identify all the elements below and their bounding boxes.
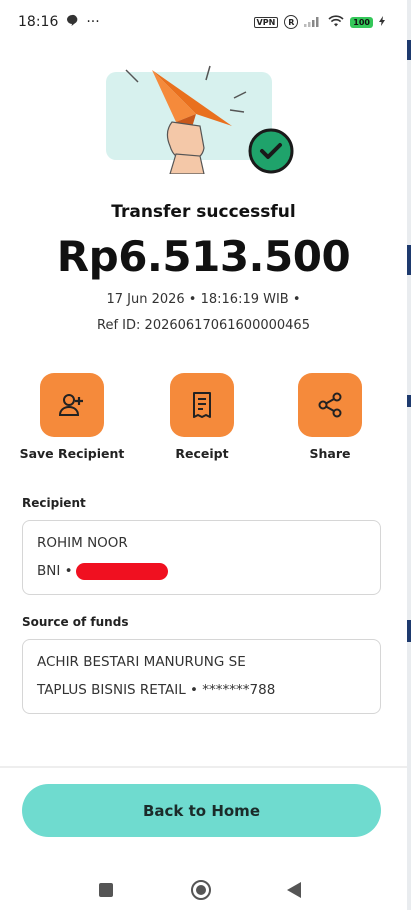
battery-icon: 100 (350, 16, 373, 28)
back-nav-button[interactable] (286, 881, 302, 903)
transfer-success-illustration (106, 62, 296, 174)
recipient-section-label: Recipient (22, 496, 86, 510)
share-icon (318, 392, 342, 418)
back-triangle-icon (287, 882, 301, 898)
status-time: 18:16 (18, 14, 59, 30)
transfer-status-title: Transfer successful (111, 202, 296, 222)
redacted-account-number (75, 562, 168, 580)
recipient-account: BNI • (37, 560, 366, 582)
vpn-icon: VPN (253, 16, 279, 28)
share-button[interactable] (298, 373, 362, 437)
share-label: Share (309, 446, 351, 461)
system-nav-bar (0, 860, 407, 910)
receipt-action[interactable]: Receipt (142, 373, 262, 461)
check-badge-icon (248, 128, 294, 174)
source-section-label: Source of funds (22, 615, 129, 629)
charging-icon (379, 15, 385, 29)
transfer-amount: Rp6.513.500 (56, 232, 351, 281)
background-app-edge (407, 0, 411, 910)
square-icon (99, 883, 113, 897)
save-recipient-action[interactable]: Save Recipient (12, 373, 132, 461)
home-nav-button[interactable] (190, 879, 212, 905)
receipt-label: Receipt (175, 446, 229, 461)
status-bar: 18:16 ··· VPN R 100 (0, 0, 407, 44)
save-recipient-button[interactable] (40, 373, 104, 437)
signal-icon (304, 15, 322, 30)
reference-id: Ref ID: 20260617061600000465 (97, 318, 310, 333)
source-account: TAPLUS BISNIS RETAIL • *******788 (37, 682, 276, 698)
back-to-home-button[interactable]: Back to Home (22, 784, 381, 837)
receipt-icon (193, 392, 211, 418)
registered-icon: R (284, 15, 299, 29)
save-recipient-label: Save Recipient (19, 446, 125, 461)
recipient-card: ROHIM NOOR BNI • (22, 520, 381, 595)
recipient-name: ROHIM NOOR (37, 535, 128, 551)
more-notifications-icon: ··· (86, 14, 100, 30)
source-account-holder: ACHIR BESTARI MANURUNG SE (37, 654, 246, 670)
chat-notification-icon (66, 14, 78, 30)
share-action[interactable]: Share (270, 373, 390, 461)
recipient-bank: BNI • (37, 563, 73, 579)
receipt-button[interactable] (170, 373, 234, 437)
bottom-divider (0, 766, 407, 768)
circle-home-icon (191, 880, 211, 900)
transfer-datetime: 17 Jun 2026 • 18:16:19 WIB • (106, 292, 301, 307)
wifi-icon (328, 14, 344, 30)
recents-button[interactable] (98, 882, 114, 902)
add-person-icon (58, 394, 83, 416)
source-card: ACHIR BESTARI MANURUNG SE TAPLUS BISNIS … (22, 639, 381, 714)
